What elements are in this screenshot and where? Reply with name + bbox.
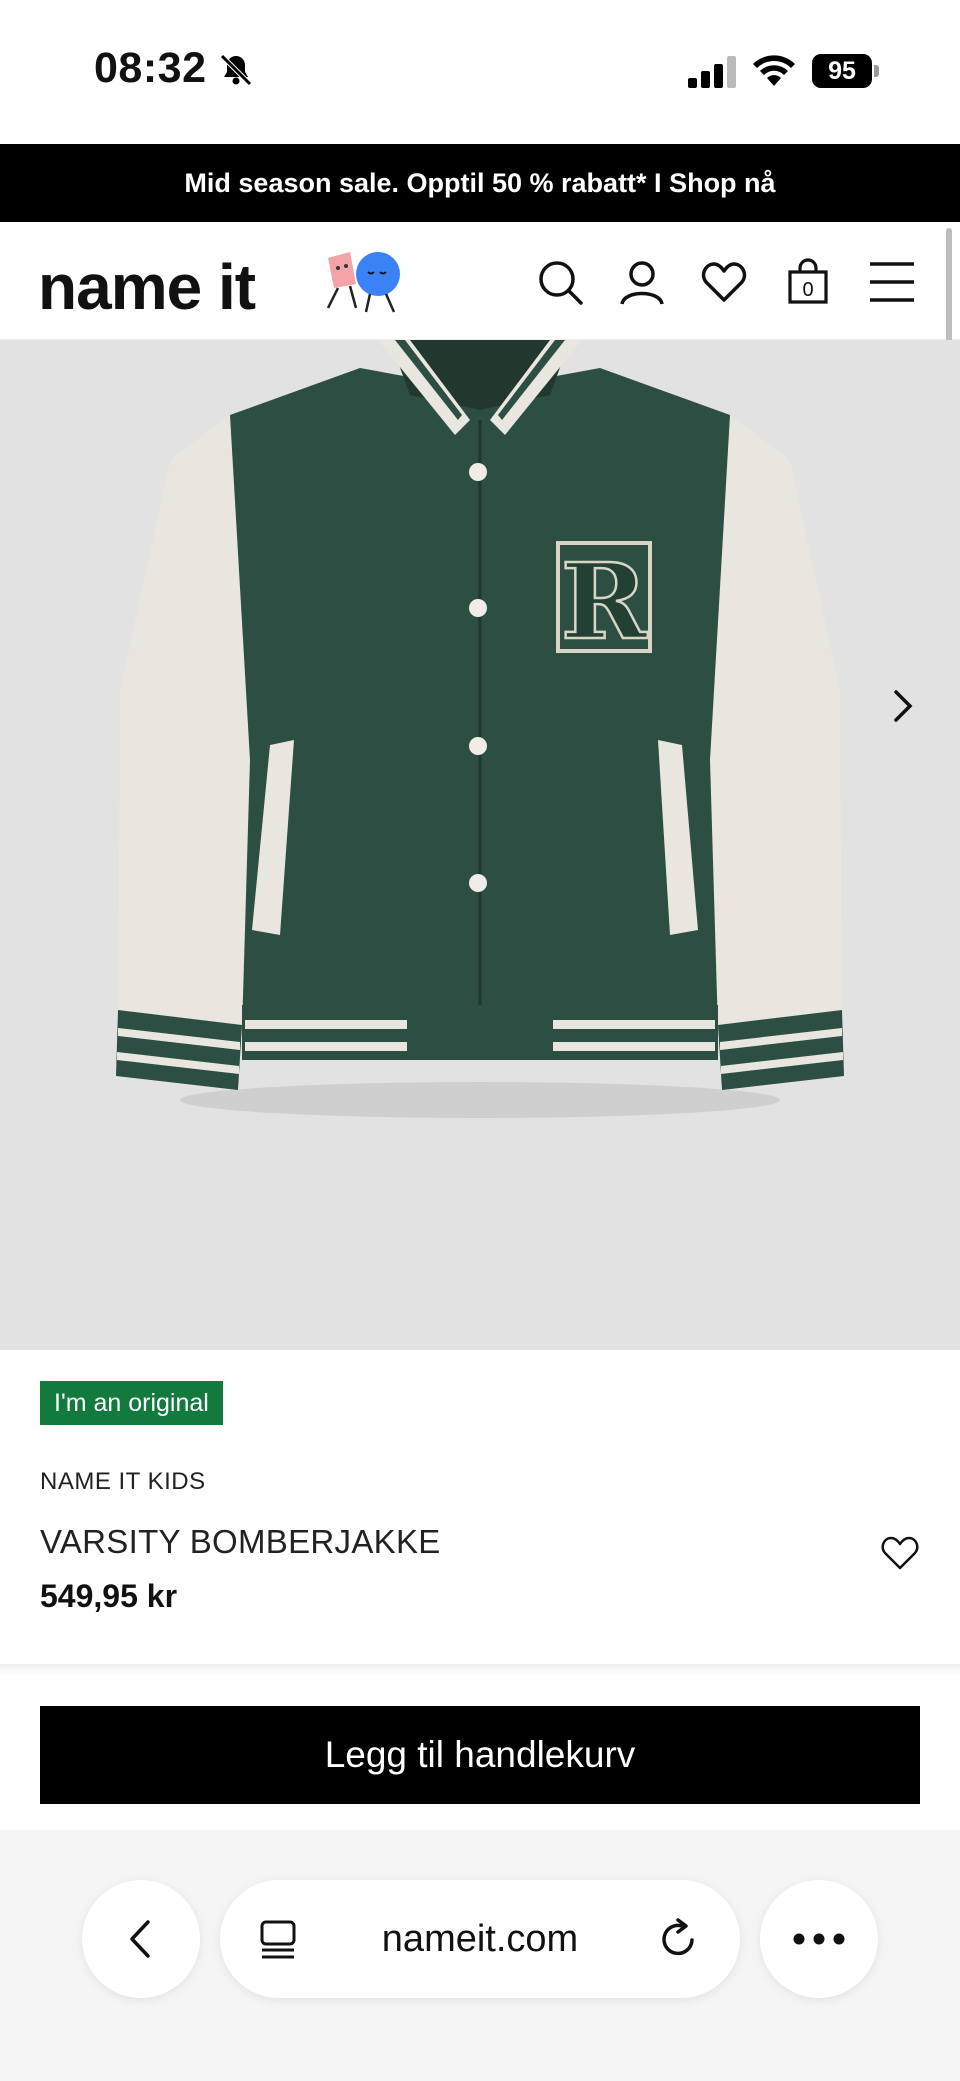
product-price: 549,95 kr	[40, 1578, 178, 1614]
battery-level: 95	[812, 54, 872, 88]
battery-icon: 95	[812, 54, 880, 88]
bag-outline-icon: 0	[788, 258, 828, 304]
brand-name[interactable]: NAME IT KIDS	[40, 1468, 206, 1496]
add-to-cart-button[interactable]: Legg til handlekurv	[40, 1706, 920, 1804]
divider	[0, 1664, 960, 1674]
jacket-illustration: R	[116, 340, 844, 1118]
battery-tip	[874, 65, 879, 77]
letter-patch: R	[561, 540, 649, 663]
more-icon	[793, 1933, 845, 1945]
promo-banner[interactable]: Mid season sale. Opptil 50 % rabatt* I S…	[0, 144, 960, 222]
product-image[interactable]: R	[0, 340, 960, 1350]
reload-icon[interactable]	[658, 1918, 700, 1960]
mascot-icon	[326, 252, 400, 313]
product-page: 08:32 95 Mid season sale. Opptil 50 % ra…	[0, 0, 960, 2081]
original-badge: I'm an original	[40, 1381, 223, 1425]
search-icon[interactable]	[536, 258, 584, 306]
logo-text: name it	[38, 251, 256, 323]
browser-back-button[interactable]	[82, 1880, 200, 1998]
wifi-icon	[753, 55, 795, 86]
cart-count: 0	[802, 279, 813, 301]
product-title: VARSITY BOMBERJAKKE	[40, 1523, 441, 1560]
site-header: name it 0	[0, 222, 960, 340]
menu-icon[interactable]	[868, 258, 916, 306]
waistband	[242, 1005, 718, 1060]
account-icon[interactable]	[618, 258, 666, 306]
bell-slash-icon	[220, 54, 252, 86]
wishlist-heart-icon[interactable]	[880, 1535, 920, 1571]
heart-icon[interactable]	[700, 258, 748, 306]
more-button[interactable]	[760, 1880, 878, 1998]
status-bar: 08:32 95	[0, 0, 960, 144]
chevron-right-icon[interactable]	[884, 688, 920, 724]
back-icon	[130, 1920, 150, 1958]
signal-icon	[688, 56, 736, 88]
bag-icon[interactable]: 0	[784, 258, 832, 306]
status-time: 08:32	[94, 44, 207, 92]
address-bar[interactable]: nameit.com	[220, 1880, 740, 1998]
